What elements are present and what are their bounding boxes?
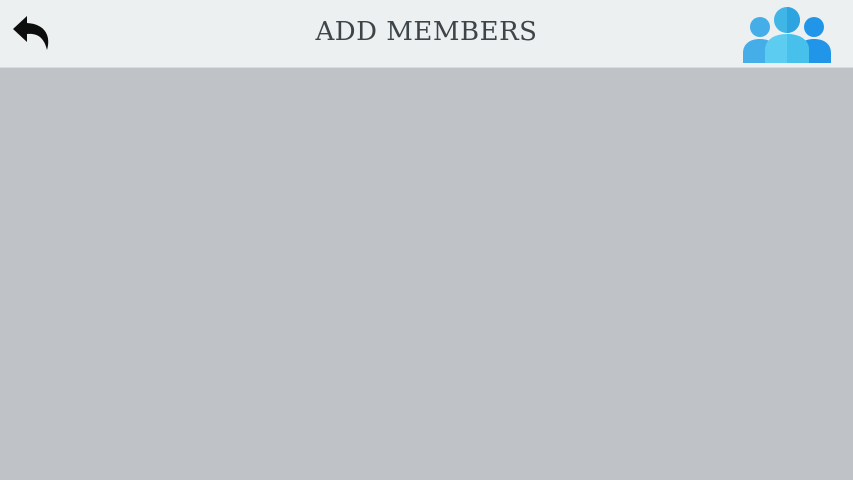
reply-arrow-icon [13,16,49,50]
group-members-button[interactable] [741,5,833,63]
back-button[interactable] [8,10,54,56]
page-title: ADD MEMBERS [315,17,538,47]
header-bar: ADD MEMBERS [0,0,853,68]
members-list-area [0,68,853,480]
group-icon [743,7,831,63]
app-window: ADD MEMBERS [0,0,853,480]
